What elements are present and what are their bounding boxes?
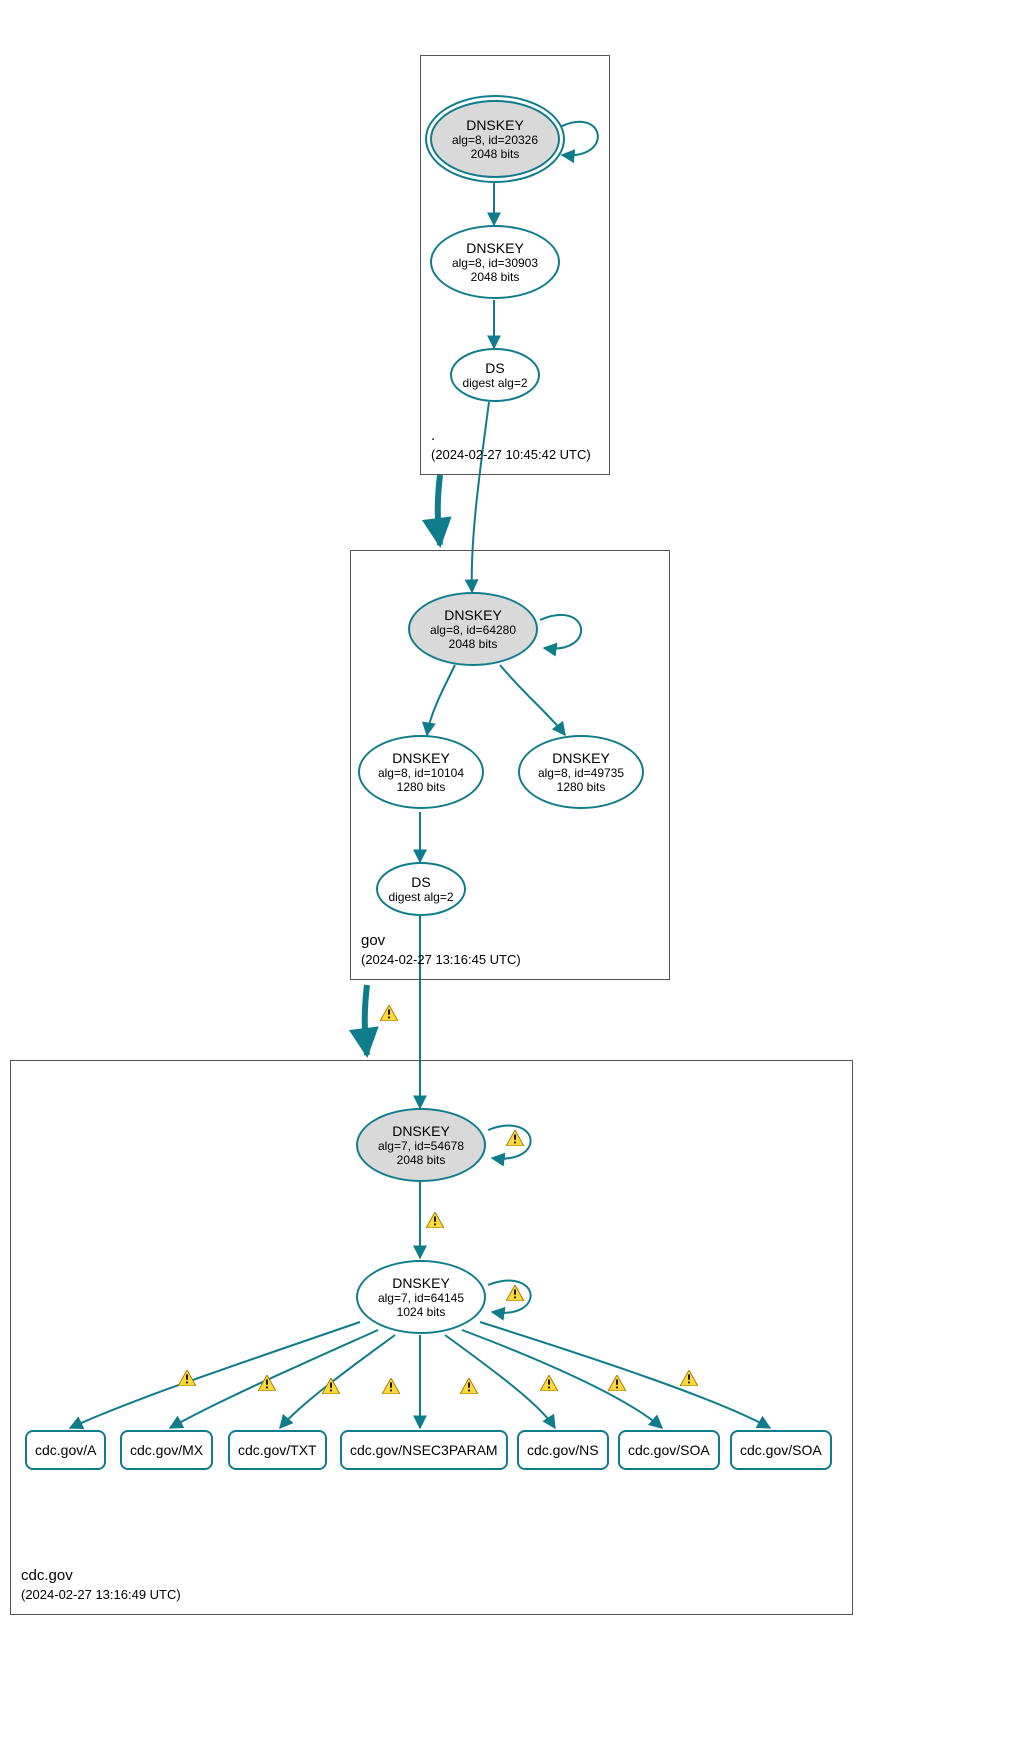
node-root-ksk: DNSKEY alg=8, id=20326 2048 bits xyxy=(430,100,560,178)
node-cdc-zsk-title: DNSKEY xyxy=(392,1275,450,1291)
node-gov-zsk2-l2: alg=8, id=49735 xyxy=(538,766,624,780)
node-rr-txt: cdc.gov/TXT xyxy=(228,1430,327,1470)
zone-cdcgov-name: cdc.gov xyxy=(21,1566,181,1586)
node-cdc-zsk-l3: 1024 bits xyxy=(397,1305,446,1319)
rr-mx-label: cdc.gov/MX xyxy=(130,1442,203,1458)
node-gov-ksk-l3: 2048 bits xyxy=(449,637,498,651)
zone-gov-label: gov (2024-02-27 13:16:45 UTC) xyxy=(361,931,521,969)
warning-icon xyxy=(380,1005,398,1021)
node-rr-n3p: cdc.gov/NSEC3PARAM xyxy=(340,1430,508,1470)
node-gov-zsk1-l2: alg=8, id=10104 xyxy=(378,766,464,780)
node-root-zsk-l3: 2048 bits xyxy=(471,270,520,284)
zone-cdcgov-label: cdc.gov (2024-02-27 13:16:49 UTC) xyxy=(21,1566,181,1604)
node-gov-zsk1-title: DNSKEY xyxy=(392,750,450,766)
node-root-zsk-l2: alg=8, id=30903 xyxy=(452,256,538,270)
node-cdc-ksk-title: DNSKEY xyxy=(392,1123,450,1139)
node-gov-zsk2-title: DNSKEY xyxy=(552,750,610,766)
node-root-zsk-title: DNSKEY xyxy=(466,240,524,256)
node-root-ds-title: DS xyxy=(485,360,504,376)
rr-ns-label: cdc.gov/NS xyxy=(527,1442,599,1458)
node-root-ds-l2: digest alg=2 xyxy=(462,376,527,390)
node-gov-ds-l2: digest alg=2 xyxy=(388,890,453,904)
rr-soa1-label: cdc.gov/SOA xyxy=(628,1442,710,1458)
node-root-ksk-l2: alg=8, id=20326 xyxy=(452,133,538,147)
rr-soa2-label: cdc.gov/SOA xyxy=(740,1442,822,1458)
node-rr-a: cdc.gov/A xyxy=(25,1430,106,1470)
node-gov-ds-title: DS xyxy=(411,874,430,890)
node-rr-soa1: cdc.gov/SOA xyxy=(618,1430,720,1470)
rr-n3p-label: cdc.gov/NSEC3PARAM xyxy=(350,1442,498,1458)
zone-gov-name: gov xyxy=(361,931,521,951)
node-root-ksk-title: DNSKEY xyxy=(466,117,524,133)
node-gov-zsk2-l3: 1280 bits xyxy=(557,780,606,794)
node-gov-zsk1-l3: 1280 bits xyxy=(397,780,446,794)
node-rr-mx: cdc.gov/MX xyxy=(120,1430,213,1470)
zone-root-time: (2024-02-27 10:45:42 UTC) xyxy=(431,446,591,464)
node-gov-zsk2: DNSKEY alg=8, id=49735 1280 bits xyxy=(518,735,644,809)
node-gov-ksk: DNSKEY alg=8, id=64280 2048 bits xyxy=(408,592,538,666)
node-rr-soa2: cdc.gov/SOA xyxy=(730,1430,832,1470)
edge-delegation-gov-to-cdc xyxy=(365,985,367,1055)
node-rr-ns: cdc.gov/NS xyxy=(517,1430,609,1470)
node-gov-ksk-l2: alg=8, id=64280 xyxy=(430,623,516,637)
node-gov-ksk-title: DNSKEY xyxy=(444,607,502,623)
node-cdc-ksk: DNSKEY alg=7, id=54678 2048 bits xyxy=(356,1108,486,1182)
node-gov-zsk1: DNSKEY alg=8, id=10104 1280 bits xyxy=(358,735,484,809)
node-cdc-zsk-l2: alg=7, id=64145 xyxy=(378,1291,464,1305)
zone-root-label: . (2024-02-27 10:45:42 UTC) xyxy=(431,426,591,464)
node-root-zsk: DNSKEY alg=8, id=30903 2048 bits xyxy=(430,225,560,299)
node-root-ksk-l3: 2048 bits xyxy=(471,147,520,161)
rr-a-label: cdc.gov/A xyxy=(35,1442,96,1458)
node-gov-ds: DS digest alg=2 xyxy=(376,862,466,916)
edge-delegation-root-to-gov xyxy=(438,475,440,545)
zone-root-name: . xyxy=(431,426,591,446)
zone-gov-time: (2024-02-27 13:16:45 UTC) xyxy=(361,951,521,969)
node-root-ds: DS digest alg=2 xyxy=(450,348,540,402)
rr-txt-label: cdc.gov/TXT xyxy=(238,1442,317,1458)
node-cdc-ksk-l3: 2048 bits xyxy=(397,1153,446,1167)
node-cdc-zsk: DNSKEY alg=7, id=64145 1024 bits xyxy=(356,1260,486,1334)
zone-cdcgov-time: (2024-02-27 13:16:49 UTC) xyxy=(21,1586,181,1604)
node-cdc-ksk-l2: alg=7, id=54678 xyxy=(378,1139,464,1153)
